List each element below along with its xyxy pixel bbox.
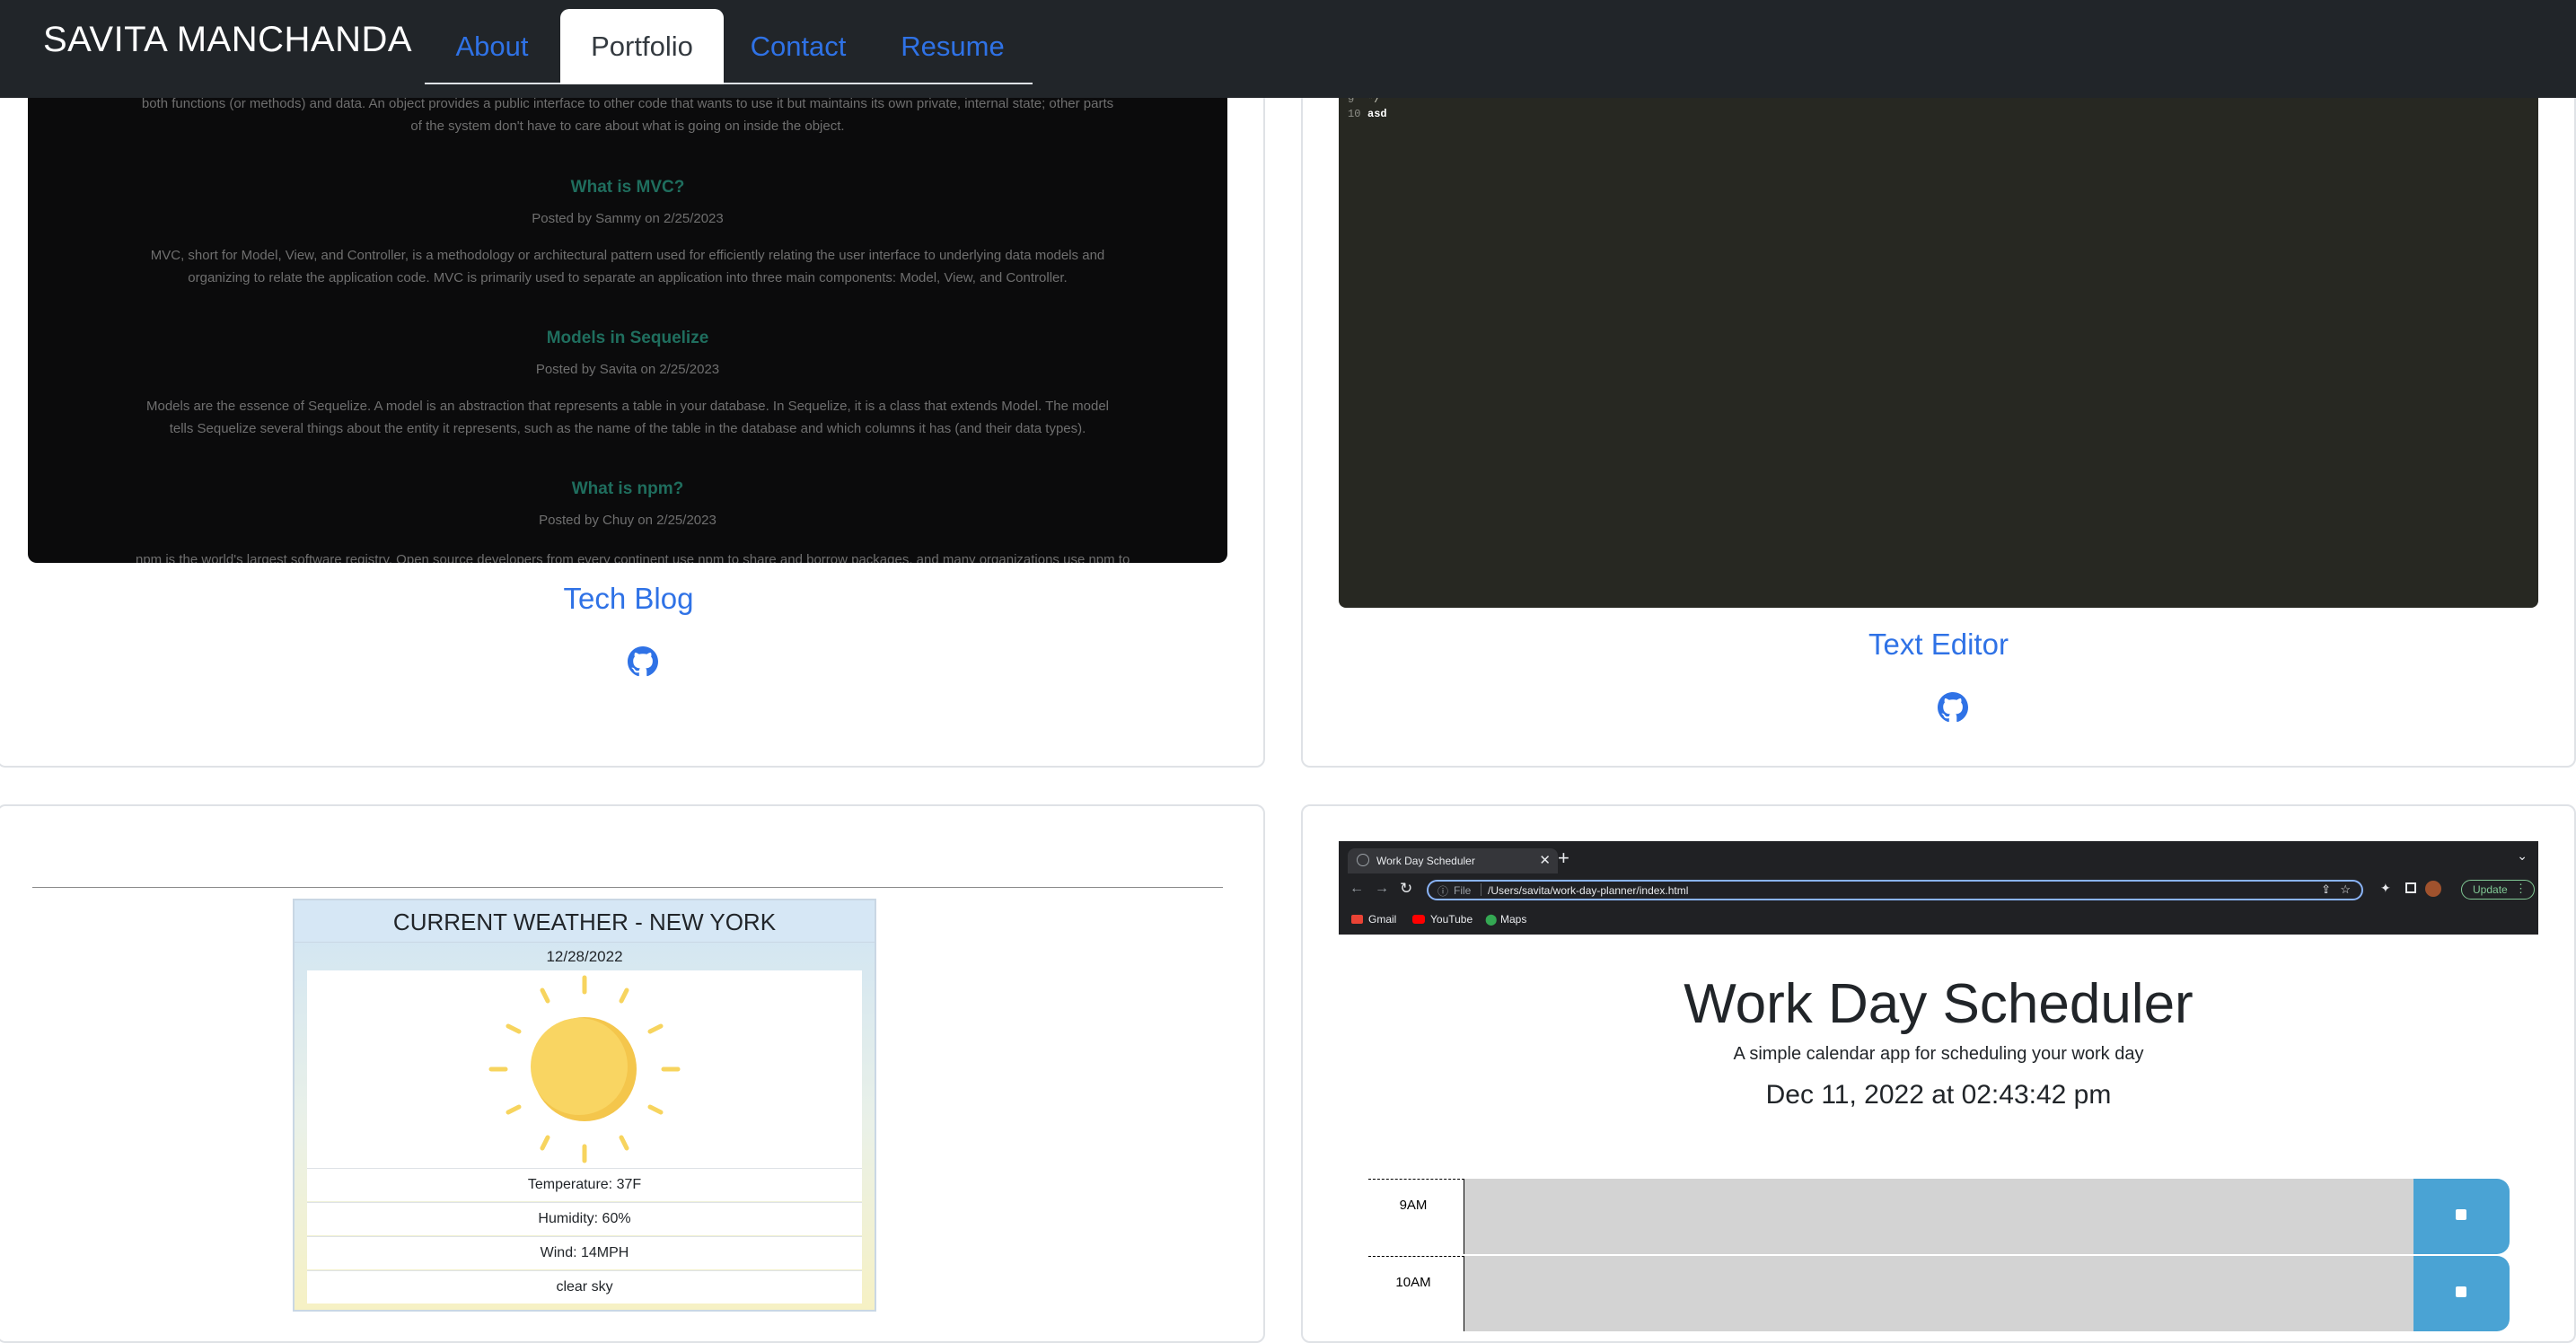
hour-label: 9AM <box>1368 1179 1464 1254</box>
address-scheme: File <box>1454 884 1472 897</box>
hour-textarea[interactable] <box>1464 1179 2413 1254</box>
update-label: Update <box>2473 883 2508 896</box>
forward-icon[interactable]: → <box>1375 881 1389 897</box>
weather-title: CURRENT WEATHER - NEW YORK <box>295 900 875 943</box>
save-button[interactable] <box>2413 1256 2510 1331</box>
weather-wind: Wind: 14MPH <box>307 1236 862 1269</box>
nav-resume[interactable]: Resume <box>873 9 1033 83</box>
blog-post-title: What is MVC? <box>570 178 685 197</box>
hour-textarea[interactable] <box>1464 1256 2413 1331</box>
back-icon[interactable]: ← <box>1350 881 1364 897</box>
share-icon[interactable]: ⇪ <box>2321 882 2331 897</box>
sun-icon <box>488 975 681 1163</box>
blog-post-meta: Posted by Sammy on 2/25/2023 <box>532 211 724 226</box>
address-url: /Users/savita/work-day-planner/index.htm… <box>1488 884 1689 897</box>
weather-description: clear sky <box>307 1270 862 1304</box>
browser-tab[interactable]: Work Day Scheduler ✕ <box>1348 848 1558 873</box>
bookmark-maps[interactable]: Maps <box>1500 913 1526 926</box>
nav-about[interactable]: About <box>425 9 559 83</box>
line-number: 10 <box>1348 108 1361 120</box>
blog-post-meta: Posted by Savita on 2/25/2023 <box>535 362 720 377</box>
project-title-text-editor[interactable]: Text Editor <box>1759 628 2118 662</box>
divider <box>32 887 1223 888</box>
sidepanel-icon[interactable] <box>2405 882 2416 893</box>
nav-tabs: About Portfolio Contact Resume <box>425 9 1033 84</box>
nav-contact[interactable]: Contact <box>724 9 873 83</box>
scheduler-screenshot[interactable]: Work Day Scheduler A simple calendar app… <box>1339 935 2538 1331</box>
github-icon[interactable] <box>628 646 658 677</box>
youtube-icon <box>1412 915 1425 924</box>
tab-title: Work Day Scheduler <box>1376 855 1475 867</box>
star-icon[interactable]: ☆ <box>2340 882 2351 897</box>
close-icon[interactable]: ✕ <box>1539 852 1551 868</box>
bookmark-youtube[interactable]: YouTube <box>1430 913 1473 926</box>
blog-post-title: Models in Sequelize <box>546 329 709 347</box>
weather-screenshot[interactable]: CURRENT WEATHER - NEW YORK 12/28/2022 Te… <box>293 899 876 1312</box>
update-button[interactable]: Update ⋮ <box>2461 880 2535 900</box>
scheduler-datetime: Dec 11, 2022 at 02:43:42 pm <box>1765 1080 2112 1110</box>
blog-post-title: What is npm? <box>571 479 684 498</box>
scheduler-title: Work Day Scheduler <box>1684 973 2194 1035</box>
blog-post-body: npm is the world's largest software regi… <box>136 552 1130 563</box>
brand-name[interactable]: SAVITA MANCHANDA <box>43 20 412 60</box>
weather-temperature: Temperature: 37F <box>307 1168 862 1201</box>
blog-post-body: Models are the essence of Sequelize. A m… <box>145 399 1110 436</box>
save-icon <box>2456 1209 2466 1220</box>
chevron-down-icon[interactable]: ⌄ <box>2517 848 2528 864</box>
extensions-icon[interactable]: ✦ <box>2380 881 2391 896</box>
project-title-tech-blog[interactable]: Tech Blog <box>449 582 808 616</box>
address-bar[interactable]: ⓘ File /Users/savita/work-day-planner/in… <box>1427 880 2363 900</box>
more-icon: ⋮ <box>2515 882 2527 895</box>
navbar: SAVITA MANCHANDA About Portfolio Contact… <box>0 0 2576 98</box>
save-button[interactable] <box>2413 1179 2510 1254</box>
blog-intro-text: both functions (or methods) and data. An… <box>141 96 1114 134</box>
maps-icon: ⬤ <box>1485 913 1498 926</box>
new-tab-icon[interactable]: + <box>1558 847 1569 870</box>
blog-post-meta: Posted by Chuy on 2/25/2023 <box>539 513 717 528</box>
weather-humidity: Humidity: 60% <box>307 1202 862 1235</box>
line-text: asd <box>1367 108 1387 120</box>
info-icon: ⓘ <box>1437 885 1449 898</box>
scheduler-subtitle: A simple calendar app for scheduling you… <box>1733 1044 2144 1064</box>
hour-label: 10AM <box>1368 1256 1464 1331</box>
save-icon <box>2456 1286 2466 1297</box>
bookmark-gmail[interactable]: Gmail <box>1368 913 1396 926</box>
blog-post-body: MVC, short for Model, View, and Controll… <box>150 248 1105 285</box>
gmail-icon <box>1351 915 1363 924</box>
avatar[interactable] <box>2425 881 2441 897</box>
globe-icon <box>1357 854 1369 866</box>
reload-icon[interactable]: ↻ <box>1400 880 1412 898</box>
editor-line: 10 asd <box>1348 108 1387 120</box>
weather-date: 12/28/2022 <box>546 948 623 965</box>
scheduler-browser-chrome[interactable]: Work Day Scheduler ✕ + ⌄ ← → ↻ ⓘ File /U… <box>1339 841 2538 935</box>
nav-portfolio[interactable]: Portfolio <box>560 9 724 84</box>
github-icon[interactable] <box>1938 692 1968 723</box>
weather-image <box>307 970 862 1168</box>
